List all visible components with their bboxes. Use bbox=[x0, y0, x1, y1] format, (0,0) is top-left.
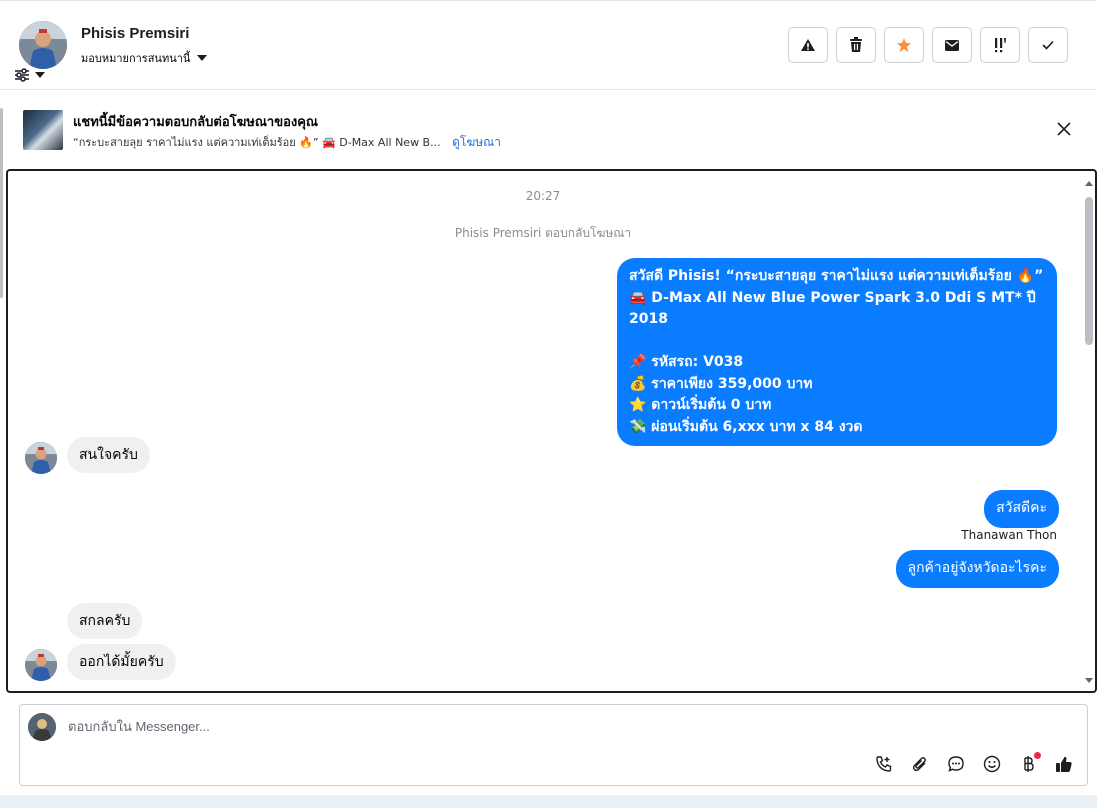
scroll-thumb[interactable] bbox=[1085, 197, 1093, 345]
ad-banner-title: แชทนี้มีข้อความตอบกลับต่อโฆษณาของคุณ bbox=[73, 115, 318, 130]
assign-conversation-dropdown[interactable]: มอบหมายการสนทนานี้ bbox=[81, 49, 208, 67]
ad-caption: “กระบะสายลุย ราคาไม่แรง แต่ความเท่เต็มร้… bbox=[73, 136, 441, 149]
view-ad-link[interactable]: ดูโฆษณา bbox=[452, 135, 501, 149]
follow-up-button[interactable] bbox=[980, 27, 1020, 63]
contact-avatar-small bbox=[25, 442, 57, 474]
close-banner-button[interactable] bbox=[1055, 120, 1073, 138]
star-button[interactable] bbox=[884, 27, 924, 63]
incoming-message[interactable]: สกลครับ bbox=[67, 603, 143, 639]
scroll-down-arrow[interactable] bbox=[1085, 678, 1093, 683]
check-icon bbox=[1042, 40, 1054, 50]
ad-banner-subtitle: “กระบะสายลุย ราคาไม่แรง แต่ความเท่เต็มร้… bbox=[73, 133, 501, 152]
smiley-icon bbox=[983, 755, 1001, 773]
payment-button[interactable] bbox=[1017, 752, 1041, 775]
mark-unread-button[interactable] bbox=[932, 27, 972, 63]
envelope-icon bbox=[945, 39, 959, 51]
report-spam-button[interactable] bbox=[788, 27, 828, 63]
sliders-icon bbox=[15, 68, 29, 82]
scroll-up-arrow[interactable] bbox=[1085, 181, 1093, 186]
page-avatar bbox=[28, 713, 56, 741]
saved-replies-button[interactable] bbox=[945, 753, 967, 775]
contact-name[interactable]: Phisis Premsiri bbox=[81, 25, 189, 42]
thread-scrollbar[interactable] bbox=[1083, 175, 1095, 689]
ad-thumbnail[interactable] bbox=[23, 110, 63, 150]
like-button[interactable] bbox=[1053, 753, 1075, 775]
outgoing-message[interactable]: ลูกค้าอยู่จังหวัดอะไรคะ bbox=[895, 550, 1059, 588]
trash-icon bbox=[850, 37, 862, 52]
mark-done-button[interactable] bbox=[1028, 27, 1068, 63]
delete-button[interactable] bbox=[836, 27, 876, 63]
ad-reply-banner: แชทนี้มีข้อความตอบกลับต่อโฆษณาของคุณ “กร… bbox=[0, 90, 1097, 168]
incoming-message[interactable]: สนใจครับ bbox=[67, 437, 150, 473]
message-thread[interactable]: 20:27 Phisis Premsiri ตอบกลับโฆษณา สวัสด… bbox=[6, 169, 1097, 693]
emoji-button[interactable] bbox=[981, 753, 1003, 775]
baht-icon bbox=[1024, 756, 1034, 772]
sender-label: Thanawan Thon bbox=[961, 528, 1057, 542]
chat-bubble-icon bbox=[948, 756, 964, 772]
incoming-message[interactable]: ออกได้มั้ยครับ bbox=[67, 644, 176, 680]
messenger-inbox-conversation: Phisis Premsiri มอบหมายการสนทนานี้ แชทนี… bbox=[0, 0, 1097, 808]
caret-down-icon bbox=[197, 55, 208, 61]
reply-composer bbox=[19, 704, 1088, 786]
assign-label: มอบหมายการสนทนานี้ bbox=[81, 52, 191, 65]
close-icon bbox=[1057, 122, 1071, 136]
phone-add-icon bbox=[876, 756, 892, 772]
outgoing-message[interactable]: สวัสดีคะ bbox=[984, 490, 1059, 528]
follow-up-icon bbox=[995, 38, 1006, 53]
conversation-header: Phisis Premsiri มอบหมายการสนทนานี้ bbox=[0, 0, 1097, 90]
thumbs-up-icon bbox=[1056, 756, 1072, 772]
contact-avatar-small bbox=[25, 649, 57, 681]
contact-avatar[interactable] bbox=[19, 21, 67, 69]
caret-down-icon bbox=[35, 72, 45, 78]
timestamp-separator: 20:27 bbox=[525, 189, 561, 203]
bottom-strip bbox=[0, 795, 1097, 808]
attach-file-button[interactable] bbox=[909, 753, 931, 775]
star-icon bbox=[897, 38, 911, 52]
call-button[interactable] bbox=[873, 753, 895, 775]
ad-reply-note: Phisis Premsiri ตอบกลับโฆษณา bbox=[454, 226, 632, 240]
warning-icon bbox=[801, 39, 815, 51]
composer-toolbar bbox=[873, 752, 1075, 775]
paperclip-icon bbox=[912, 757, 926, 772]
notification-dot bbox=[1034, 752, 1041, 759]
reply-input[interactable] bbox=[68, 719, 968, 734]
conversation-actions bbox=[788, 27, 1068, 63]
outgoing-ad-message[interactable]: สวัสดี Phisis! “กระบะสายลุย ราคาไม่แรง แ… bbox=[617, 258, 1057, 446]
filter-menu-button[interactable] bbox=[14, 67, 54, 83]
